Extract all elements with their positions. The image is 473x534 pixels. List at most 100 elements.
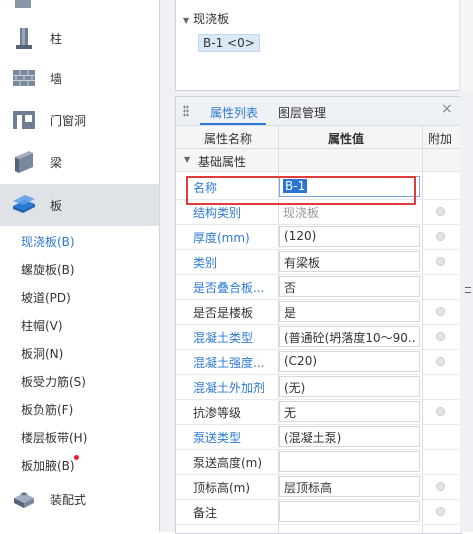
- table-row[interactable]: 是否叠合板... 否: [176, 274, 461, 300]
- sidebar-category-label: 墙: [50, 71, 63, 86]
- table-row[interactable]: 顶标高(m) 层顶标高: [176, 474, 461, 500]
- table-row[interactable]: 类别 有梁板: [176, 249, 461, 275]
- property-value-field[interactable]: 否: [279, 276, 420, 297]
- property-value-field[interactable]: 层顶标高: [279, 476, 420, 497]
- edge-tick: [465, 292, 471, 293]
- property-name: 厚度(mm): [193, 231, 250, 245]
- property-value-field[interactable]: 有梁板: [279, 251, 420, 272]
- property-value: 无: [284, 406, 297, 420]
- property-value-field[interactable]: (C20): [279, 351, 420, 372]
- axis-grid-icon: [15, 0, 31, 8]
- drag-grip-icon[interactable]: [183, 105, 189, 117]
- sidebar-category-label: 梁: [50, 155, 63, 170]
- add-checkbox[interactable]: [436, 407, 445, 416]
- property-panel: 属性列表 图层管理 × 属性名称 属性值 附加 ▼ 基础属性 名称 B-1 结构…: [175, 96, 462, 534]
- right-edge-strip: [460, 96, 473, 532]
- property-name: 备注: [193, 506, 218, 520]
- add-checkbox[interactable]: [436, 507, 445, 516]
- sidebar-category-column[interactable]: 柱: [0, 17, 159, 59]
- property-value: (普通砼(坍落度10～90...: [284, 331, 416, 345]
- property-name: 是否是楼板: [193, 306, 254, 320]
- collapse-triangle-icon[interactable]: ▼: [183, 16, 189, 25]
- add-checkbox[interactable]: [436, 357, 445, 366]
- add-checkbox[interactable]: [436, 307, 445, 316]
- component-tree: ▼ 现浇板 B-1 <0>: [175, 0, 461, 91]
- tree-scrollbar[interactable]: [459, 0, 473, 91]
- tab-layer-management[interactable]: 图层管理: [278, 104, 326, 121]
- property-name: 类别: [193, 256, 218, 270]
- add-checkbox[interactable]: [436, 332, 445, 341]
- slab-item-cast-in-place[interactable]: 现浇板(B): [21, 233, 75, 250]
- property-value: (C20): [284, 354, 318, 368]
- group-label: 基础属性: [198, 155, 247, 169]
- table-row[interactable]: 泵送高度(m): [176, 449, 461, 475]
- panel-tab-bar: 属性列表 图层管理 ×: [176, 97, 461, 126]
- sidebar-category-door-window[interactable]: 门窗洞: [0, 99, 159, 141]
- add-checkbox[interactable]: [436, 207, 445, 216]
- table-row[interactable]: 备注: [176, 499, 461, 525]
- table-row[interactable]: 厚度(mm) (120): [176, 224, 461, 250]
- slab-icon: [13, 195, 35, 213]
- property-value: 层顶标高: [284, 481, 333, 495]
- table-row[interactable]: 抗渗等级 无: [176, 399, 461, 425]
- table-row[interactable]: 是否是楼板 是: [176, 299, 461, 325]
- slab-item-column-cap[interactable]: 柱帽(V): [21, 317, 63, 334]
- close-icon[interactable]: ×: [441, 101, 453, 117]
- slab-item-ramp[interactable]: 坡道(PD): [21, 289, 71, 306]
- door-window-icon: [13, 111, 35, 129]
- property-value-field[interactable]: [279, 501, 420, 522]
- sidebar-category-beam[interactable]: 梁: [0, 141, 159, 183]
- sidebar-category-label: 装配式: [50, 492, 87, 507]
- property-value: 有梁板: [284, 256, 321, 270]
- column-header-add: 附加: [428, 132, 453, 146]
- property-name: 抗渗等级: [193, 406, 242, 420]
- slab-item-spiral[interactable]: 螺旋板(B): [21, 261, 75, 278]
- sidebar-category-label: 柱: [50, 31, 63, 46]
- slab-item-main-rebar[interactable]: 板受力筋(S): [21, 373, 86, 390]
- property-value-field[interactable]: 是: [279, 301, 420, 322]
- slab-item-floor-strip[interactable]: 楼层板带(H): [21, 429, 87, 446]
- prefab-icon: [14, 492, 34, 508]
- tree-node-label: 现浇板: [193, 12, 230, 26]
- table-row[interactable]: 泵送类型 (混凝土泵): [176, 424, 461, 450]
- property-value: 否: [284, 281, 297, 295]
- highlight-annotation-box: [186, 176, 416, 205]
- property-value-field[interactable]: (无): [279, 376, 420, 397]
- table-row[interactable]: 混凝土强度... (C20): [176, 349, 461, 375]
- column-header-value: 属性值: [328, 132, 365, 146]
- property-name: 是否叠合板...: [193, 281, 265, 295]
- add-checkbox[interactable]: [436, 482, 445, 491]
- property-value: 现浇板: [283, 206, 320, 220]
- sidebar-category-wall[interactable]: 墙: [0, 57, 159, 99]
- tree-node-cast-in-place-slab[interactable]: ▼ 现浇板: [183, 10, 229, 27]
- sidebar-category-label: 门窗洞: [50, 113, 87, 128]
- property-name: 结构类别: [193, 206, 242, 220]
- sidebar-category-slab[interactable]: 板: [0, 184, 159, 226]
- tree-item-b1[interactable]: B-1 <0>: [198, 34, 260, 52]
- add-checkbox[interactable]: [436, 232, 445, 241]
- property-value: 是: [284, 306, 297, 320]
- property-name: 混凝土强度...: [193, 356, 265, 370]
- property-value-field[interactable]: (混凝土泵): [279, 426, 420, 447]
- add-checkbox[interactable]: [436, 257, 445, 266]
- column-icon: [16, 28, 32, 49]
- property-name: 顶标高(m): [193, 481, 251, 495]
- group-basic-properties[interactable]: ▼ 基础属性: [176, 149, 461, 172]
- property-value-field[interactable]: 无: [279, 401, 420, 422]
- property-value-field[interactable]: (普通砼(坍落度10～90...: [279, 326, 420, 347]
- slab-item-negative-rebar[interactable]: 板负筋(F): [21, 401, 73, 418]
- slab-item-slab-hole[interactable]: 板洞(N): [21, 345, 63, 362]
- property-table-header: 属性名称 属性值 附加: [176, 126, 461, 149]
- collapse-triangle-icon[interactable]: ▼: [184, 155, 190, 164]
- slab-item-haunch[interactable]: 板加腋(B): [21, 457, 75, 474]
- sidebar-category-prefab[interactable]: 装配式: [0, 478, 159, 520]
- table-row[interactable]: 混凝土外加剂 (无): [176, 374, 461, 400]
- property-value: (混凝土泵): [284, 431, 342, 445]
- property-value-field[interactable]: (120): [279, 226, 420, 247]
- table-row[interactable]: 混凝土类型 (普通砼(坍落度10～90...: [176, 324, 461, 350]
- property-name: 混凝土类型: [193, 331, 254, 345]
- tab-property-list[interactable]: 属性列表: [210, 104, 258, 121]
- property-value-field[interactable]: [279, 451, 420, 472]
- property-value: (120): [284, 229, 317, 243]
- sidebar-category-label: 板: [50, 198, 63, 213]
